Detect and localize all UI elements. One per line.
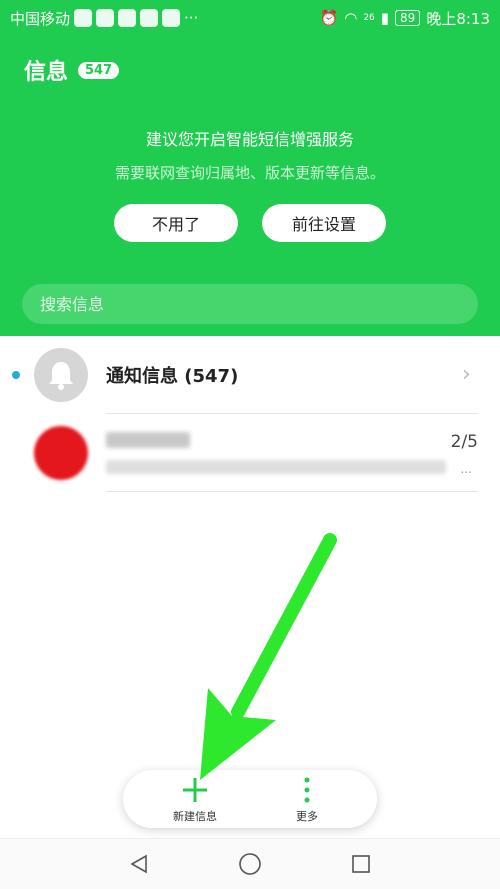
app-notification-icon bbox=[96, 9, 115, 27]
recents-square-icon bbox=[352, 855, 370, 873]
green-header: 信息 547 建议您开启智能短信增强服务 需要联网查询归属地、版本更新等信息。 … bbox=[0, 36, 500, 264]
status-bar: 中国移动 ··· ⏰ ◠ 26 ▮ 89 晚上8:13 bbox=[0, 0, 500, 36]
more-button[interactable]: 更多 bbox=[283, 776, 331, 824]
go-to-settings-button[interactable]: 前往设置 bbox=[262, 204, 386, 242]
bell-avatar bbox=[34, 348, 88, 402]
clock: 晚上8:13 bbox=[426, 9, 490, 28]
signal-type-label: 26 bbox=[363, 13, 375, 23]
search-input[interactable] bbox=[22, 284, 478, 324]
conversation-title: 通知信息 (547) bbox=[106, 366, 239, 387]
decline-button[interactable]: 不用了 bbox=[114, 204, 238, 242]
more-vertical-icon bbox=[304, 777, 310, 803]
promo-title: 建议您开启智能短信增强服务 bbox=[145, 130, 354, 149]
search-bar bbox=[0, 264, 500, 336]
new-message-label: 新建信息 bbox=[173, 810, 217, 823]
app-notification-icon bbox=[140, 9, 159, 27]
app-notification-icon bbox=[74, 9, 93, 27]
wifi-icon: ◠ bbox=[344, 9, 358, 27]
promo-subtitle: 需要联网查询归属地、版本更新等信息。 bbox=[114, 164, 385, 182]
arrow-head bbox=[200, 688, 276, 780]
conversation-list: 通知信息 (547) › 2/5 ... bbox=[0, 336, 500, 492]
blurred-message-preview bbox=[106, 460, 446, 474]
more-indicator: ... bbox=[460, 462, 472, 476]
sender-avatar bbox=[34, 426, 88, 480]
message-count: 2/5 bbox=[450, 432, 478, 452]
alarm-icon: ⏰ bbox=[319, 9, 339, 27]
unread-dot bbox=[12, 371, 20, 379]
unread-count-badge: 547 bbox=[78, 61, 120, 79]
app-notification-icon bbox=[118, 9, 137, 27]
conversation-notifications[interactable]: 通知信息 (547) › bbox=[0, 336, 500, 414]
system-nav-bar bbox=[0, 838, 500, 889]
chevron-right-icon: › bbox=[462, 362, 471, 387]
arrow-shaft bbox=[231, 533, 337, 719]
signal-icon: ▮ bbox=[380, 9, 390, 27]
conversation-item[interactable]: 2/5 ... bbox=[0, 414, 500, 492]
more-label: 更多 bbox=[296, 810, 318, 823]
blurred-sender-name bbox=[106, 432, 190, 448]
status-left: 中国移动 ··· bbox=[10, 8, 198, 29]
app-notification-icon bbox=[162, 9, 181, 27]
back-button[interactable] bbox=[126, 851, 152, 877]
more-notifications: ··· bbox=[184, 9, 199, 27]
plus-icon bbox=[183, 778, 207, 802]
new-message-button[interactable]: 新建信息 bbox=[165, 776, 225, 824]
recents-button[interactable] bbox=[348, 851, 374, 877]
back-triangle-icon bbox=[130, 854, 147, 874]
home-button[interactable] bbox=[237, 851, 263, 877]
bell-icon bbox=[49, 362, 73, 390]
title-row: 信息 547 bbox=[24, 54, 120, 86]
row-divider bbox=[106, 491, 478, 492]
page-title: 信息 bbox=[24, 60, 69, 85]
bottom-action-bar: 新建信息 更多 bbox=[123, 770, 377, 828]
home-circle-icon bbox=[239, 853, 261, 875]
status-right: ⏰ ◠ 26 ▮ 89 晚上8:13 bbox=[320, 8, 490, 29]
carrier-name: 中国移动 bbox=[10, 9, 71, 28]
battery-icon: 89 bbox=[395, 10, 421, 26]
